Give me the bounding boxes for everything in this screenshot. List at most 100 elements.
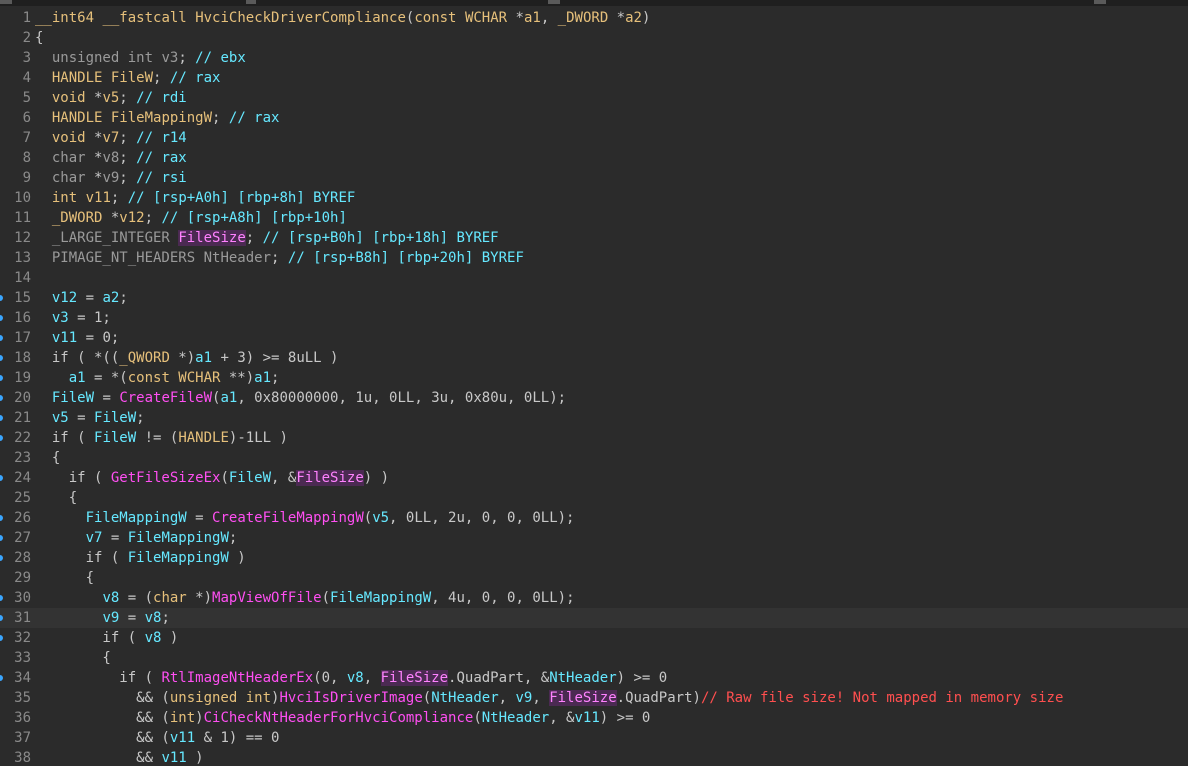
code-text[interactable]: v8 = (char *)MapViewOfFile(FileMappingW,…	[35, 588, 574, 608]
code-line[interactable]: 16 v3 = 1;	[0, 308, 1188, 328]
code-text[interactable]: int v11; // [rsp+A0h] [rbp+8h] BYREF	[35, 188, 355, 208]
code-text[interactable]: v3 = 1;	[35, 308, 111, 328]
code-line[interactable]: 1 __int64 __fastcall HvciCheckDriverCompl…	[0, 8, 1188, 28]
code-text[interactable]: {	[35, 648, 111, 668]
code-text[interactable]: char *v9; // rsi	[35, 168, 187, 188]
code-text[interactable]: && v11 )	[35, 748, 203, 766]
code-text[interactable]: && (v11 & 1) == 0	[35, 728, 279, 748]
code-text[interactable]: _DWORD *v12; // [rsp+A8h] [rbp+10h]	[35, 208, 347, 228]
code-line[interactable]: 36 && (int)CiCheckNtHeaderForHvciComplia…	[0, 708, 1188, 728]
code-line[interactable]: 4 HANDLE FileW; // rax	[0, 68, 1188, 88]
code-text[interactable]: if ( FileW != (HANDLE)-1LL )	[35, 428, 288, 448]
line-number: 5	[22, 90, 31, 106]
code-line[interactable]: 24 if ( GetFileSizeEx(FileW, &FileSize) …	[0, 468, 1188, 488]
code-line[interactable]: 22 if ( FileW != (HANDLE)-1LL )	[0, 428, 1188, 448]
code-line[interactable]: 33 {	[0, 648, 1188, 668]
code-text[interactable]: && (unsigned int)HvciIsDriverImage(NtHea…	[35, 688, 1063, 708]
code-text[interactable]: if ( FileMappingW )	[35, 548, 246, 568]
code-token: HvciCheckDriverCompliance	[195, 10, 406, 26]
code-text[interactable]: FileMappingW = CreateFileMappingW(v5, 0L…	[35, 508, 575, 528]
code-text[interactable]: if ( GetFileSizeEx(FileW, &FileSize) )	[35, 468, 389, 488]
code-text[interactable]: v5 = FileW;	[35, 408, 145, 428]
code-token: *	[85, 150, 103, 166]
code-line[interactable]: 12 _LARGE_INTEGER FileSize; // [rsp+B0h]…	[0, 228, 1188, 248]
line-number: 20	[14, 390, 31, 406]
code-line[interactable]: 26 FileMappingW = CreateFileMappingW(v5,…	[0, 508, 1188, 528]
code-line[interactable]: 34 if ( RtlImageNtHeaderEx(0, v8, FileSi…	[0, 668, 1188, 688]
code-text[interactable]: FileW = CreateFileW(a1, 0x80000000, 1u, …	[35, 388, 566, 408]
code-line[interactable]: 13 PIMAGE_NT_HEADERS NtHeader; // [rsp+B…	[0, 248, 1188, 268]
code-line[interactable]: 25 {	[0, 488, 1188, 508]
code-line[interactable]: 35 && (unsigned int)HvciIsDriverImage(Nt…	[0, 688, 1188, 708]
code-line[interactable]: 32 if ( v8 )	[0, 628, 1188, 648]
code-token: // [rsp+B8h] [rbp+20h] BYREF	[287, 250, 524, 266]
code-text[interactable]: v7 = FileMappingW;	[35, 528, 238, 548]
code-line[interactable]: 30 v8 = (char *)MapViewOfFile(FileMappin…	[0, 588, 1188, 608]
code-lines[interactable]: 1 __int64 __fastcall HvciCheckDriverCompl…	[0, 8, 1188, 766]
code-line[interactable]: 10 int v11; // [rsp+A0h] [rbp+8h] BYREF	[0, 188, 1188, 208]
code-line[interactable]: 14	[0, 268, 1188, 288]
code-line[interactable]: 27 v7 = FileMappingW;	[0, 528, 1188, 548]
code-token: PIMAGE_NT_HEADERS	[51, 250, 196, 266]
code-line[interactable]: 2{	[0, 28, 1188, 48]
code-text[interactable]: HANDLE FileMappingW; // rax	[35, 108, 280, 128]
line-number: 26	[14, 510, 31, 526]
code-text[interactable]: && (int)CiCheckNtHeaderForHvciCompliance…	[35, 708, 650, 728]
code-text[interactable]: __int64 __fastcall HvciCheckDriverCompli…	[35, 8, 650, 28]
code-line[interactable]: 28 if ( FileMappingW )	[0, 548, 1188, 568]
code-text[interactable]: a1 = *(const WCHAR **)a1;	[35, 368, 280, 388]
code-line[interactable]: 21 v5 = FileW;	[0, 408, 1188, 428]
code-line[interactable]: 19 a1 = *(const WCHAR **)a1;	[0, 368, 1188, 388]
code-editor[interactable]: 1 __int64 __fastcall HvciCheckDriverCompl…	[0, 0, 1188, 766]
code-text[interactable]: if ( v8 )	[35, 628, 178, 648]
code-line[interactable]: 11 _DWORD *v12; // [rsp+A8h] [rbp+10h]	[0, 208, 1188, 228]
code-line[interactable]: 31 v9 = v8;	[0, 608, 1188, 628]
code-text[interactable]: _LARGE_INTEGER FileSize; // [rsp+B0h] [r…	[35, 228, 499, 248]
code-line[interactable]: 3 unsigned int v3; // ebx	[0, 48, 1188, 68]
code-line[interactable]: 9 char *v9; // rsi	[0, 168, 1188, 188]
code-text[interactable]: unsigned int v3; // ebx	[35, 48, 246, 68]
code-token: ;	[119, 150, 137, 166]
code-text[interactable]: if ( *((_QWORD *)a1 + 3) >= 8uLL )	[35, 348, 339, 368]
code-text[interactable]: char *v8; // rax	[35, 148, 187, 168]
code-line[interactable]: 23 {	[0, 448, 1188, 468]
code-text[interactable]: {	[35, 448, 60, 468]
code-token: // rdi	[136, 90, 187, 106]
code-line[interactable]: 5 void *v5; // rdi	[0, 88, 1188, 108]
code-line[interactable]: 37 && (v11 & 1) == 0	[0, 728, 1188, 748]
code-token: if ( *((	[35, 350, 120, 366]
code-text[interactable]: HANDLE FileW; // rax	[35, 68, 221, 88]
code-text[interactable]: {	[35, 28, 43, 48]
code-text[interactable]: void *v5; // rdi	[35, 88, 187, 108]
code-line[interactable]: 7 void *v7; // r14	[0, 128, 1188, 148]
code-line[interactable]: 38 && v11 )	[0, 748, 1188, 766]
code-text[interactable]: v9 = v8;	[35, 608, 169, 628]
code-line[interactable]: 6 HANDLE FileMappingW; // rax	[0, 108, 1188, 128]
code-text[interactable]: void *v7; // r14	[35, 128, 187, 148]
code-line[interactable]: 17 v11 = 0;	[0, 328, 1188, 348]
code-line[interactable]: 29 {	[0, 568, 1188, 588]
code-token: ;	[228, 530, 238, 546]
code-text[interactable]: PIMAGE_NT_HEADERS NtHeader; // [rsp+B8h]…	[35, 248, 524, 268]
code-token: &&	[35, 750, 162, 766]
code-line[interactable]: 18 if ( *((_QWORD *)a1 + 3) >= 8uLL )	[0, 348, 1188, 368]
code-token: {	[35, 650, 111, 666]
code-text[interactable]: v11 = 0;	[35, 328, 119, 348]
code-token: FileW	[94, 430, 137, 446]
code-token: *)	[186, 590, 213, 606]
code-text[interactable]: {	[35, 568, 94, 588]
code-line[interactable]: 15 v12 = a2;	[0, 288, 1188, 308]
line-number: 16	[14, 310, 31, 326]
code-line[interactable]: 8 char *v8; // rax	[0, 148, 1188, 168]
code-text[interactable]: v12 = a2;	[35, 288, 128, 308]
code-text[interactable]: {	[35, 488, 77, 508]
code-line[interactable]: 20 FileW = CreateFileW(a1, 0x80000000, 1…	[0, 388, 1188, 408]
code-text[interactable]: if ( RtlImageNtHeaderEx(0, v8, FileSize.…	[35, 668, 667, 688]
code-token: v12	[119, 210, 145, 226]
